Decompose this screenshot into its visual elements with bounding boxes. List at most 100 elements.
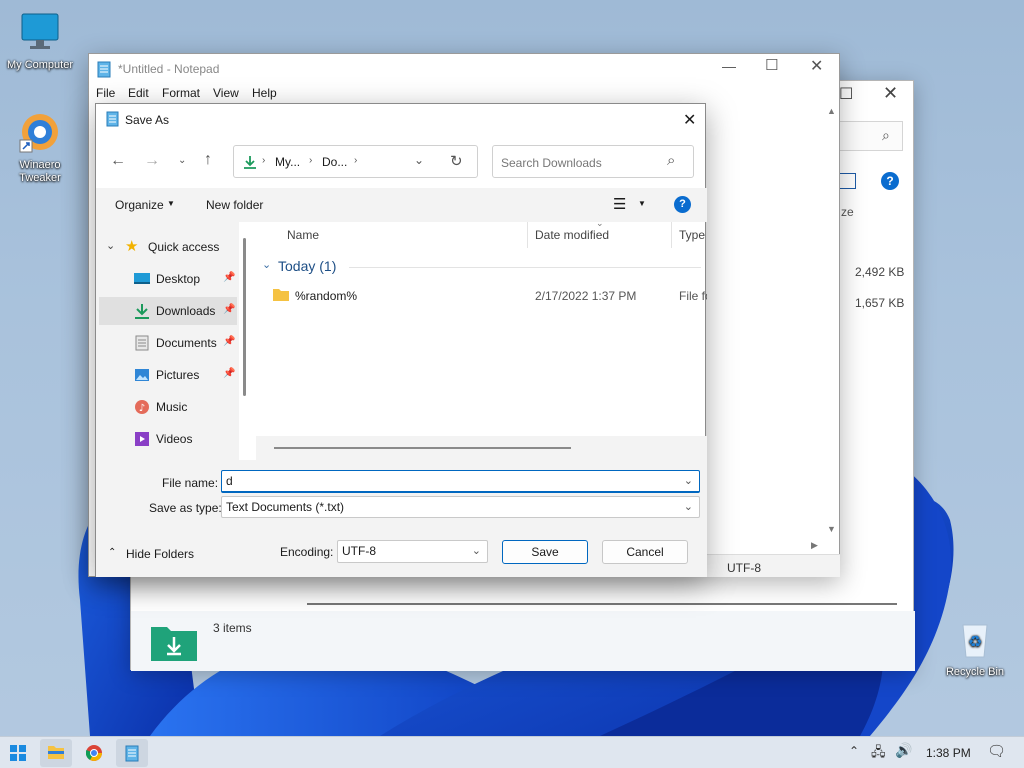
save-button[interactable]: Save bbox=[502, 540, 588, 564]
notepad-icon bbox=[125, 745, 139, 762]
nav-pictures[interactable]: Pictures 📌 bbox=[99, 361, 237, 389]
videos-icon bbox=[135, 432, 149, 446]
menu-help[interactable]: Help bbox=[252, 86, 277, 100]
downloads-folder-icon bbox=[151, 627, 197, 661]
group-header[interactable]: Today (1) bbox=[278, 258, 336, 274]
recent-dropdown-icon[interactable]: ⌄ bbox=[178, 155, 186, 166]
help-icon[interactable]: ? bbox=[674, 196, 691, 213]
file-row[interactable]: %random% 2/17/2022 1:37 PM File fo bbox=[256, 283, 707, 307]
maximize-icon[interactable]: ☐ bbox=[765, 56, 778, 74]
chevron-down-icon: ⌄ bbox=[471, 545, 481, 557]
folder-icon bbox=[48, 746, 64, 759]
nav-documents[interactable]: Documents 📌 bbox=[99, 329, 237, 357]
scroll-down-icon[interactable]: ▼ bbox=[827, 524, 836, 534]
network-icon[interactable]: 🖧 bbox=[871, 743, 886, 765]
column-date-modified[interactable]: Date modified bbox=[535, 228, 609, 242]
music-icon: ♪ bbox=[135, 400, 149, 414]
close-icon[interactable]: ✕ bbox=[683, 110, 696, 130]
save-type-select[interactable]: Text Documents (*.txt) ⌄ bbox=[221, 496, 700, 518]
save-as-dialog: Save As ✕ ← → ⌄ ↑ › My... › Do... › ⌄ ↻ … bbox=[95, 103, 707, 577]
horizontal-scrollbar[interactable] bbox=[256, 436, 707, 460]
menu-format[interactable]: Format bbox=[162, 86, 200, 100]
encoding-label: Encoding: bbox=[280, 545, 334, 559]
search-icon: ⌕ bbox=[882, 127, 890, 143]
encoding-status: UTF-8 bbox=[727, 561, 761, 575]
refresh-icon[interactable]: ↻ bbox=[450, 152, 463, 170]
taskbar-explorer[interactable] bbox=[40, 739, 72, 767]
column-size[interactable]: ze bbox=[841, 205, 854, 219]
pin-icon: 📌 bbox=[223, 368, 236, 379]
taskbar-notepad[interactable] bbox=[116, 739, 148, 767]
nav-label: Downloads bbox=[156, 304, 216, 318]
forward-arrow-icon[interactable]: → bbox=[144, 152, 160, 170]
minimize-icon[interactable]: — bbox=[722, 58, 736, 74]
pin-icon: 📌 bbox=[223, 272, 236, 283]
encoding-select[interactable]: UTF-8 ⌄ bbox=[337, 540, 488, 563]
up-arrow-icon[interactable]: ↑ bbox=[204, 151, 212, 169]
breadcrumb-my[interactable]: My... bbox=[275, 155, 300, 169]
status-area bbox=[131, 611, 915, 671]
desktop-icon-winaero-tweaker[interactable]: Winaero Tweaker bbox=[0, 110, 80, 185]
chevron-right-icon: › bbox=[354, 155, 358, 166]
star-icon: ★ bbox=[125, 238, 139, 255]
save-type-value: Text Documents (*.txt) bbox=[226, 500, 345, 514]
column-name[interactable]: Name bbox=[287, 228, 319, 242]
group-collapse-icon[interactable]: ⌄ bbox=[262, 258, 271, 271]
chevron-down-icon[interactable]: ⌄ bbox=[106, 239, 115, 252]
volume-icon[interactable]: 🔊 bbox=[895, 742, 912, 759]
desktop-icon-label: Recycle Bin bbox=[945, 666, 1005, 678]
file-name-field[interactable]: d ⌄ bbox=[221, 470, 700, 493]
item-count: 3 items bbox=[213, 621, 252, 635]
chevron-down-icon[interactable]: ⌄ bbox=[684, 471, 693, 491]
clock[interactable]: 1:38 PM bbox=[926, 746, 971, 760]
notifications-icon[interactable]: 🗨 bbox=[987, 742, 1006, 760]
new-folder-button[interactable]: New folder bbox=[206, 198, 263, 212]
search-box[interactable]: ⌕ bbox=[837, 121, 903, 151]
nav-videos[interactable]: Videos bbox=[99, 425, 237, 453]
nav-downloads[interactable]: Downloads 📌 bbox=[99, 297, 237, 325]
monitor-icon bbox=[21, 13, 59, 49]
file-size: 1,657 KB bbox=[855, 296, 905, 310]
cancel-button[interactable]: Cancel bbox=[602, 540, 688, 564]
close-icon[interactable]: ✕ bbox=[883, 83, 898, 104]
maximize-icon[interactable]: ☐ bbox=[839, 84, 853, 104]
taskbar-chrome[interactable] bbox=[78, 739, 110, 767]
chevron-down-icon[interactable]: ⌄ bbox=[414, 153, 424, 167]
search-icon: ⌕ bbox=[667, 152, 676, 169]
nav-label: Documents bbox=[156, 336, 217, 350]
chevron-up-icon[interactable]: ⌃ bbox=[849, 744, 859, 758]
address-bar[interactable]: › My... › Do... › ⌄ ↻ bbox=[233, 145, 478, 178]
scroll-right-icon[interactable]: ▶ bbox=[811, 540, 818, 551]
navigation-pane: ⌄ ★ Quick access Desktop 📌 Downloads 📌 D… bbox=[96, 222, 246, 460]
help-icon[interactable]: ? bbox=[881, 172, 899, 190]
view-options-icon[interactable]: ☰ bbox=[613, 195, 626, 213]
caret-down-icon[interactable]: ▼ bbox=[638, 199, 646, 208]
back-arrow-icon[interactable]: ← bbox=[110, 152, 126, 170]
breadcrumb-downloads[interactable]: Do... bbox=[322, 155, 347, 169]
menu-view[interactable]: View bbox=[213, 86, 239, 100]
nav-scrollbar[interactable] bbox=[243, 238, 246, 396]
file-size: 2,492 KB bbox=[855, 265, 905, 279]
nav-music[interactable]: ♪ Music bbox=[99, 393, 237, 421]
chevron-down-icon: ⌄ bbox=[683, 501, 693, 513]
desktop-icon-label: Winaero Tweaker bbox=[19, 159, 61, 184]
start-button[interactable] bbox=[2, 739, 34, 767]
nav-desktop[interactable]: Desktop 📌 bbox=[99, 265, 237, 293]
status-bar: UTF-8 bbox=[706, 554, 840, 577]
desktop-icon-my-computer[interactable]: My Computer bbox=[0, 10, 80, 72]
search-placeholder: Search Downloads bbox=[501, 156, 602, 170]
notepad-icon bbox=[106, 111, 119, 127]
menu-file[interactable]: File bbox=[96, 86, 115, 100]
chevron-right-icon: › bbox=[309, 155, 313, 166]
organize-button[interactable]: Organize bbox=[115, 198, 164, 212]
file-date: 2/17/2022 1:37 PM bbox=[535, 289, 637, 303]
nav-quick-access[interactable]: ⌄ ★ Quick access bbox=[99, 233, 237, 261]
menu-edit[interactable]: Edit bbox=[128, 86, 149, 100]
close-icon[interactable]: ✕ bbox=[810, 56, 823, 76]
scroll-up-icon[interactable]: ▲ bbox=[827, 106, 836, 116]
horizontal-scrollbar[interactable] bbox=[307, 603, 897, 605]
desktop-icon-recycle-bin[interactable]: ♻ Recycle Bin bbox=[935, 617, 1015, 679]
chrome-icon bbox=[86, 745, 102, 761]
search-box[interactable]: Search Downloads ⌕ bbox=[492, 145, 694, 178]
column-type[interactable]: Type bbox=[679, 228, 705, 242]
